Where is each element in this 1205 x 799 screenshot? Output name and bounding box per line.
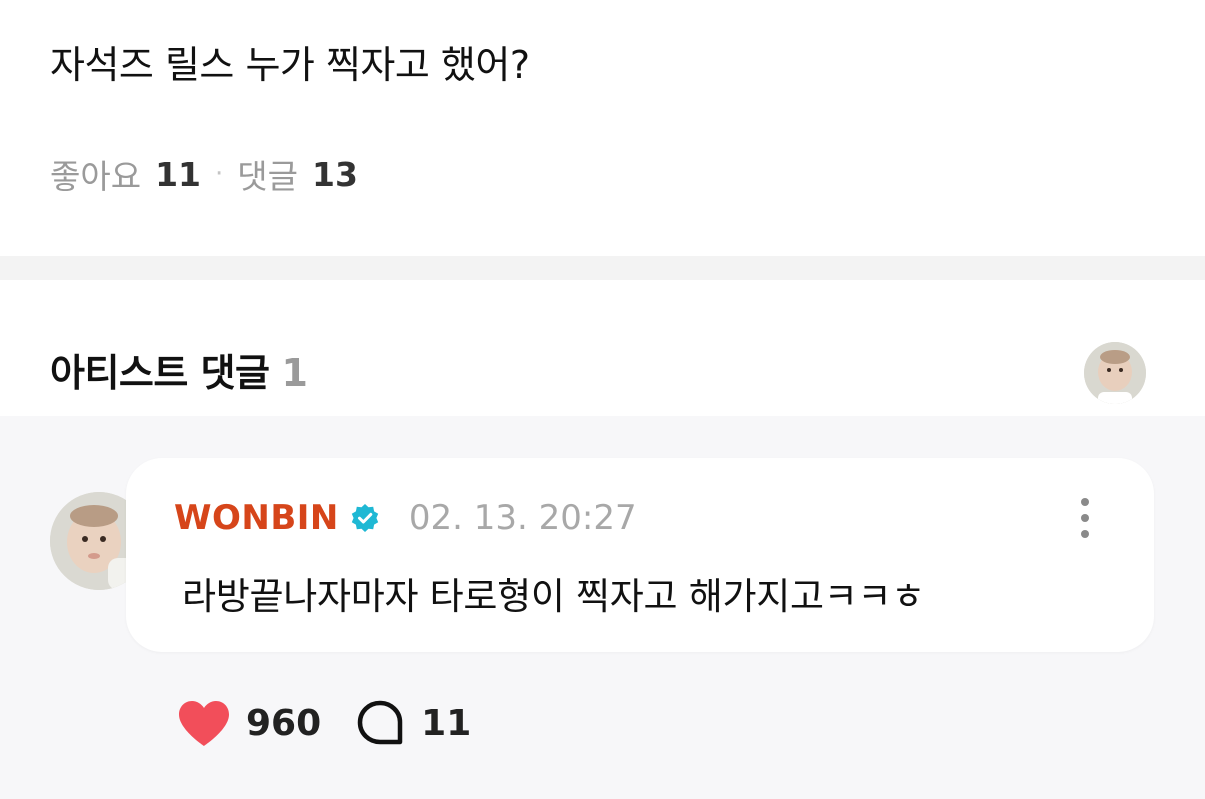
- section-title: 아티스트 댓글 1: [50, 342, 308, 397]
- section-divider: [0, 256, 1205, 280]
- header-avatar[interactable]: [1084, 342, 1146, 404]
- more-options-icon[interactable]: [1070, 494, 1100, 542]
- comments-count[interactable]: 13: [312, 155, 358, 194]
- artist-comment-header: 아티스트 댓글 1: [0, 280, 1205, 416]
- stats-separator: ·: [215, 159, 224, 189]
- reply-bubble-icon[interactable]: [355, 698, 405, 748]
- likes-label[interactable]: 좋아요: [50, 150, 141, 198]
- comment-bubble: WONBIN 02. 13. 20:27 라방끝나자마자 타로형이 찍자고 해가…: [126, 458, 1154, 652]
- heart-icon[interactable]: [176, 698, 232, 748]
- artist-name[interactable]: WONBIN: [174, 498, 339, 538]
- comment-date: 02. 13. 20:27: [408, 498, 637, 538]
- likes-count[interactable]: 11: [155, 155, 201, 194]
- avatar-photo-icon: [1084, 342, 1146, 404]
- like-count: 960: [246, 702, 322, 744]
- more-dot: [1081, 498, 1089, 506]
- comment-text: 라방끝나자마자 타로형이 찍자고 해가지고ㅋㅋㅎ: [182, 575, 925, 618]
- comment-meta: WONBIN 02. 13. 20:27: [174, 498, 637, 538]
- comment-actions: 960 11: [176, 698, 471, 748]
- post-text: 자석즈 릴스 누가 찍자고 했어?: [50, 43, 530, 87]
- section-title-text: 아티스트 댓글: [50, 351, 270, 395]
- more-dot: [1081, 514, 1089, 522]
- verified-badge-icon: [351, 504, 379, 532]
- comments-label[interactable]: 댓글: [237, 150, 298, 198]
- post-stats: 좋아요 11 · 댓글 13: [50, 150, 358, 198]
- reply-count: 11: [421, 702, 472, 744]
- more-dot: [1081, 530, 1089, 538]
- comment-area: WONBIN 02. 13. 20:27 라방끝나자마자 타로형이 찍자고 해가…: [0, 416, 1205, 799]
- section-count: 1: [281, 351, 308, 395]
